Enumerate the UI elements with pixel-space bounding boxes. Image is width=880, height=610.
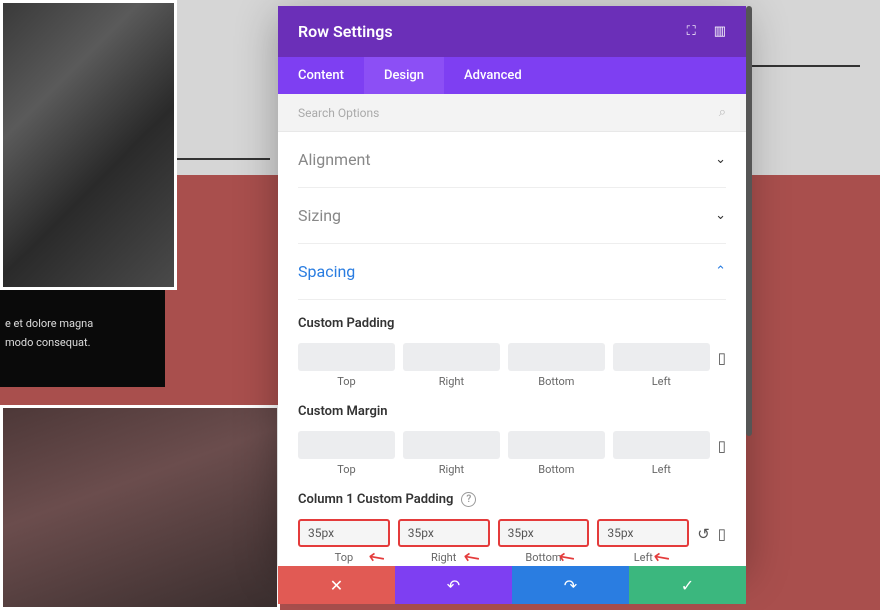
help-icon[interactable]: ?: [461, 492, 476, 507]
col1-right-field: Right: [398, 519, 490, 564]
section-spacing[interactable]: Spacing ⌃: [298, 244, 726, 300]
chevron-down-icon: ⌄: [715, 152, 726, 167]
group-label: Column 1 Custom Padding?: [298, 492, 726, 507]
col1-left-field: Left: [597, 519, 689, 564]
responsive-icon[interactable]: ▯: [718, 349, 726, 367]
col1-right-input[interactable]: [398, 519, 490, 547]
grid-icon[interactable]: ▥: [714, 24, 726, 39]
side-label: Top: [298, 375, 395, 388]
group-label: Custom Padding: [298, 316, 726, 331]
section-sizing[interactable]: Sizing ⌄: [298, 188, 726, 244]
tabs-bar: Content Design Advanced: [278, 57, 746, 94]
side-label: Left: [597, 551, 689, 564]
chevron-down-icon: ⌄: [715, 208, 726, 223]
tab-design[interactable]: Design: [364, 57, 444, 94]
margin-top-input[interactable]: [298, 431, 395, 459]
search-icon[interactable]: ⌕: [719, 105, 726, 120]
group-col1-padding: Column 1 Custom Padding? Top Right Botto…: [298, 476, 726, 564]
panel-header-icons: ⛶ ▥: [687, 24, 726, 39]
side-label: Left: [613, 375, 710, 388]
group-side-icons: ↺▯: [697, 519, 726, 543]
margin-row: Top Right Bottom Left ▯: [298, 431, 726, 476]
padding-bottom-input[interactable]: [508, 343, 605, 371]
caption-line: modo consequat.: [5, 334, 153, 353]
image-caption: e et dolore magna modo consequat.: [0, 290, 165, 387]
margin-right-field: Right: [403, 431, 500, 476]
margin-bottom-input[interactable]: [508, 431, 605, 459]
col1-bottom-input[interactable]: [498, 519, 590, 547]
side-label: Bottom: [498, 551, 590, 564]
expand-icon[interactable]: ⛶: [687, 24, 696, 39]
side-label: Top: [298, 463, 395, 476]
margin-top-field: Top: [298, 431, 395, 476]
col1-bottom-field: Bottom: [498, 519, 590, 564]
undo-button[interactable]: ↶: [395, 566, 512, 604]
image-city: [0, 0, 177, 290]
scrollbar[interactable]: [746, 6, 752, 436]
chevron-up-icon: ⌃: [715, 264, 726, 279]
search-bar[interactable]: Search Options ⌕: [278, 94, 746, 132]
redo-button[interactable]: ↷: [512, 566, 629, 604]
group-side-icons: ▯: [718, 343, 726, 367]
panel-body: Alignment ⌄ Sizing ⌄ Spacing ⌃ Custom Pa…: [278, 132, 746, 566]
search-placeholder: Search Options: [298, 106, 379, 120]
group-custom-margin: Custom Margin Top Right Bottom Left ▯: [298, 388, 726, 476]
padding-top-input[interactable]: [298, 343, 395, 371]
side-label: Bottom: [508, 463, 605, 476]
side-label: Left: [613, 463, 710, 476]
margin-bottom-field: Bottom: [508, 431, 605, 476]
padding-row: Top Right Bottom Left ▯: [298, 343, 726, 388]
section-title: Spacing: [298, 262, 355, 281]
group-label: Custom Margin: [298, 404, 726, 419]
settings-panel: Row Settings ⛶ ▥ Content Design Advanced…: [278, 6, 746, 566]
section-title: Sizing: [298, 206, 341, 225]
panel-footer: ✕ ↶ ↷ ✓: [278, 566, 746, 604]
panel-title: Row Settings: [298, 22, 393, 41]
save-button[interactable]: ✓: [629, 566, 746, 604]
section-alignment[interactable]: Alignment ⌄: [298, 132, 726, 188]
tab-advanced[interactable]: Advanced: [444, 57, 542, 94]
padding-left-input[interactable]: [613, 343, 710, 371]
caption-line: e et dolore magna: [5, 315, 153, 334]
col1-padding-row: Top Right Bottom Left ↺▯ ↖ ↖ ↖ ↖: [298, 519, 726, 564]
margin-left-input[interactable]: [613, 431, 710, 459]
cancel-button[interactable]: ✕: [278, 566, 395, 604]
margin-left-field: Left: [613, 431, 710, 476]
padding-bottom-field: Bottom: [508, 343, 605, 388]
col1-top-field: Top: [298, 519, 390, 564]
group-custom-padding: Custom Padding Top Right Bottom Left ▯: [298, 300, 726, 388]
panel-header: Row Settings ⛶ ▥: [278, 6, 746, 57]
padding-top-field: Top: [298, 343, 395, 388]
col1-top-input[interactable]: [298, 519, 390, 547]
side-label: Right: [403, 375, 500, 388]
side-label: Right: [403, 463, 500, 476]
side-label: Bottom: [508, 375, 605, 388]
col1-left-input[interactable]: [597, 519, 689, 547]
padding-left-field: Left: [613, 343, 710, 388]
responsive-icon[interactable]: ▯: [718, 525, 726, 543]
margin-right-input[interactable]: [403, 431, 500, 459]
section-title: Alignment: [298, 150, 371, 169]
image-sky: [0, 405, 280, 610]
responsive-icon[interactable]: ▯: [718, 437, 726, 455]
divider-left: [170, 158, 270, 160]
tab-content[interactable]: Content: [278, 57, 364, 94]
padding-right-field: Right: [403, 343, 500, 388]
group-side-icons: ▯: [718, 431, 726, 455]
side-label: Top: [298, 551, 390, 564]
padding-right-input[interactable]: [403, 343, 500, 371]
reset-icon[interactable]: ↺: [697, 525, 710, 543]
side-label: Right: [398, 551, 490, 564]
